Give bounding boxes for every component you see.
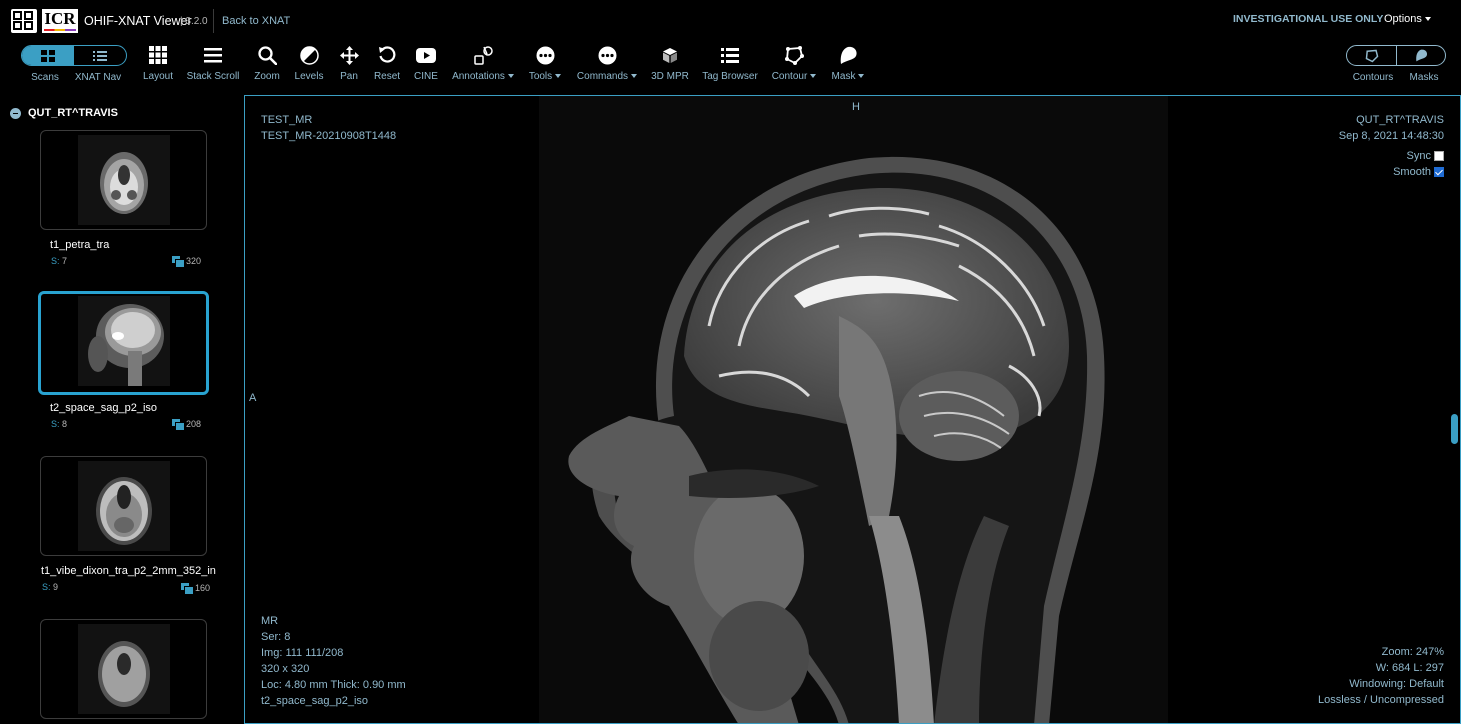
polygon-icon [1365,49,1378,62]
contours-label: Contours [1352,72,1394,83]
cine-label: CINE [414,71,438,82]
series-description: t1_vibe_dixon_tra_p2_2mm_352_in [41,565,216,577]
series-thumbnail[interactable] [40,456,207,556]
patient-name-text: QUT_RT^TRAVIS [1356,114,1444,126]
location-thickness-text: Loc: 4.80 mm Thick: 0.90 mm [261,679,406,691]
app-version: | 3.2.0 [180,16,208,27]
back-to-xnat-link[interactable]: Back to XNAT [222,15,290,27]
bottom-right-overlay: Zoom: 247% W: 684 L: 297 Windowing: Defa… [1318,644,1444,708]
study-description-text: TEST_MR [261,114,313,126]
app-title: OHIF-XNAT Viewer [84,14,192,28]
header-divider [213,9,214,33]
mask-label: Mask [832,71,865,82]
sync-label: Sync [1406,150,1431,162]
smooth-control[interactable]: Smooth [1339,164,1444,180]
study-name: QUT_RT^TRAVIS [28,107,118,119]
sync-control[interactable]: Sync [1339,148,1444,164]
compression-text: Lossless / Uncompressed [1318,694,1444,706]
modality-text: MR [261,615,279,627]
masks-label: Masks [1409,72,1439,83]
ellipsis-icon [536,46,554,64]
icr-logo: ICR [42,9,78,33]
mri-image[interactable] [539,96,1168,723]
mask-button[interactable]: Mask [808,45,888,82]
xnat-logo [11,9,37,33]
stack-icon [181,583,194,595]
list-icon [721,47,739,63]
series-number: S: 7 [51,256,68,266]
zoom-text: Zoom: 247% [1381,646,1444,658]
series-number: S: 8 [51,419,68,429]
cube-icon [663,47,677,63]
tools-label: Tools [529,71,562,82]
commands-label: Commands [577,71,638,82]
chevron-down-icon [858,74,865,79]
brush-icon [1415,49,1427,62]
stack-icon [172,256,185,268]
xnat-nav-label: XNAT Nav [74,72,122,83]
layout-label: Layout [142,71,174,82]
series-number: S: 9 [42,582,59,592]
series-thumbnail-selected[interactable] [38,291,209,395]
youtube-icon [416,47,436,63]
tag-browser-label: Tag Browser [702,71,758,82]
ellipsis-icon [598,46,616,64]
image-number-text: Img: 111 111/208 [261,647,344,659]
series-thumbnail[interactable] [40,130,207,230]
study-id-text: TEST_MR-20210908T1448 [261,130,397,142]
top-header: ICR OHIF-XNAT Viewer | 3.2.0 Back to XNA… [0,0,1461,40]
series-description-text: t2_space_sag_p2_iso [261,695,369,707]
stack-icon [172,419,185,431]
panel-toggle [21,45,127,66]
stack-scrollbar-thumb[interactable] [1451,414,1458,444]
thumbnail-image [77,296,170,386]
study-browser-panel: QUT_RT^TRAVIS t1_petra_tra S: 7 320 t2_s… [0,94,244,724]
3d-mpr-label: 3D MPR [651,71,689,82]
instance-count: 320 [172,256,201,268]
contours-toggle-button[interactable] [1347,46,1396,65]
series-thumbnail[interactable] [40,619,207,719]
thumbnail-image [77,461,170,551]
options-label: Options [1384,13,1422,25]
investigational-banner: INVESTIGATIONAL USE ONLY [1233,13,1384,25]
top-right-overlay: QUT_RT^TRAVIS Sep 8, 2021 14:48:30 Sync … [1339,112,1444,180]
series-description: t2_space_sag_p2_iso [50,402,158,414]
masks-toggle-button[interactable] [1396,46,1445,65]
scans-label: Scans [31,72,59,83]
chevron-down-icon [1424,17,1431,22]
window-level-text: W: 684 L: 297 [1375,662,1444,674]
sync-checkbox[interactable] [1434,151,1444,162]
roi-panel-toggle [1346,45,1446,66]
thumbnail-image [77,135,170,225]
smooth-label: Smooth [1393,166,1431,178]
matrix-size-text: 320 x 320 [261,663,310,675]
thumbnail-image [77,624,170,714]
instance-count: 208 [172,419,201,431]
shapes-icon [473,45,493,65]
image-viewport[interactable]: TEST_MR TEST_MR-20210908T1448 H A QUT_RT… [244,95,1461,724]
study-date-text: Sep 8, 2021 14:48:30 [1338,130,1444,142]
smooth-checkbox[interactable] [1434,167,1444,178]
list-icon [93,50,107,61]
collapse-icon[interactable] [10,107,21,119]
orientation-marker-left: A [249,392,257,404]
options-menu[interactable]: Options [1384,13,1431,25]
series-description: t1_petra_tra [50,239,110,251]
study-header[interactable]: QUT_RT^TRAVIS [10,107,118,119]
scans-toggle-button[interactable] [22,46,74,65]
instance-count: 160 [181,583,210,595]
grid-icon [41,49,55,62]
series-number-text: Ser: 8 [261,631,291,643]
top-left-overlay: TEST_MR TEST_MR-20210908T1448 [261,112,396,144]
bars-icon [204,48,222,63]
toolbar: Scans XNAT Nav Layout Stack Scroll Zoom … [0,40,1461,94]
grid-icon [149,46,167,64]
chevron-down-icon [555,74,562,79]
bottom-left-overlay: MR Ser: 8 Img: 111 111/208 320 x 320 Loc… [261,613,406,709]
windowing-text: Windowing: Default [1349,678,1444,690]
orientation-marker-top: H [852,101,860,113]
brush-icon [840,46,857,64]
polygon-icon [784,45,804,65]
